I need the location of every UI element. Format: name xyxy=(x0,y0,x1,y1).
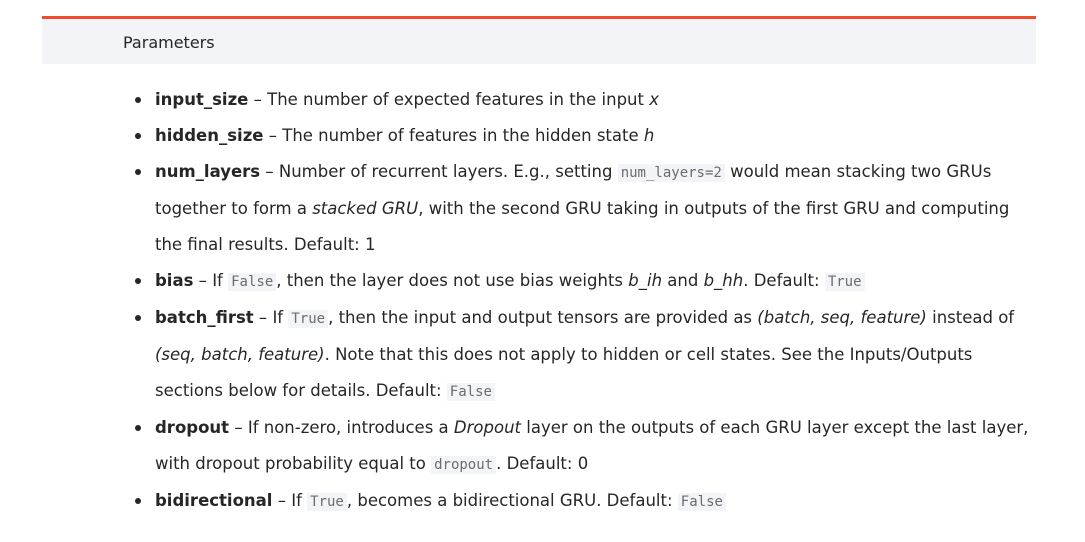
param-name: bidirectional xyxy=(155,491,273,510)
param-dropout: dropout – If non-zero, introduces a Drop… xyxy=(135,410,1030,483)
param-name: dropout xyxy=(155,418,230,437)
param-hidden-size: hidden_size – The number of features in … xyxy=(135,118,1030,154)
param-name: hidden_size xyxy=(155,126,264,145)
inline-code: num_layers=2 xyxy=(617,164,725,182)
param-bias: bias – If False, then the layer does not… xyxy=(135,263,1030,300)
param-batch-first: batch_first – If True, then the input an… xyxy=(135,300,1030,410)
param-name: num_layers xyxy=(155,162,261,181)
inline-code: True xyxy=(288,310,329,328)
parameters-header: Parameters xyxy=(42,16,1036,64)
inline-code: False xyxy=(446,383,495,401)
inline-code: dropout xyxy=(431,456,497,474)
param-input-size: input_size – The number of expected feat… xyxy=(135,82,1030,118)
parameters-section: Parameters input_size – The number of ex… xyxy=(42,16,1036,524)
inline-code: True xyxy=(824,273,865,291)
param-bidirectional: bidirectional – If True, becomes a bidir… xyxy=(135,483,1030,520)
param-num-layers: num_layers – Number of recurrent layers.… xyxy=(135,154,1030,263)
inline-code: False xyxy=(677,493,726,511)
param-name: input_size xyxy=(155,90,249,109)
parameters-title: Parameters xyxy=(123,33,215,52)
param-name: batch_first xyxy=(155,308,254,327)
inline-code: False xyxy=(228,273,277,291)
parameters-list: input_size – The number of expected feat… xyxy=(135,82,1030,520)
param-name: bias xyxy=(155,271,194,290)
inline-code: True xyxy=(307,493,347,511)
